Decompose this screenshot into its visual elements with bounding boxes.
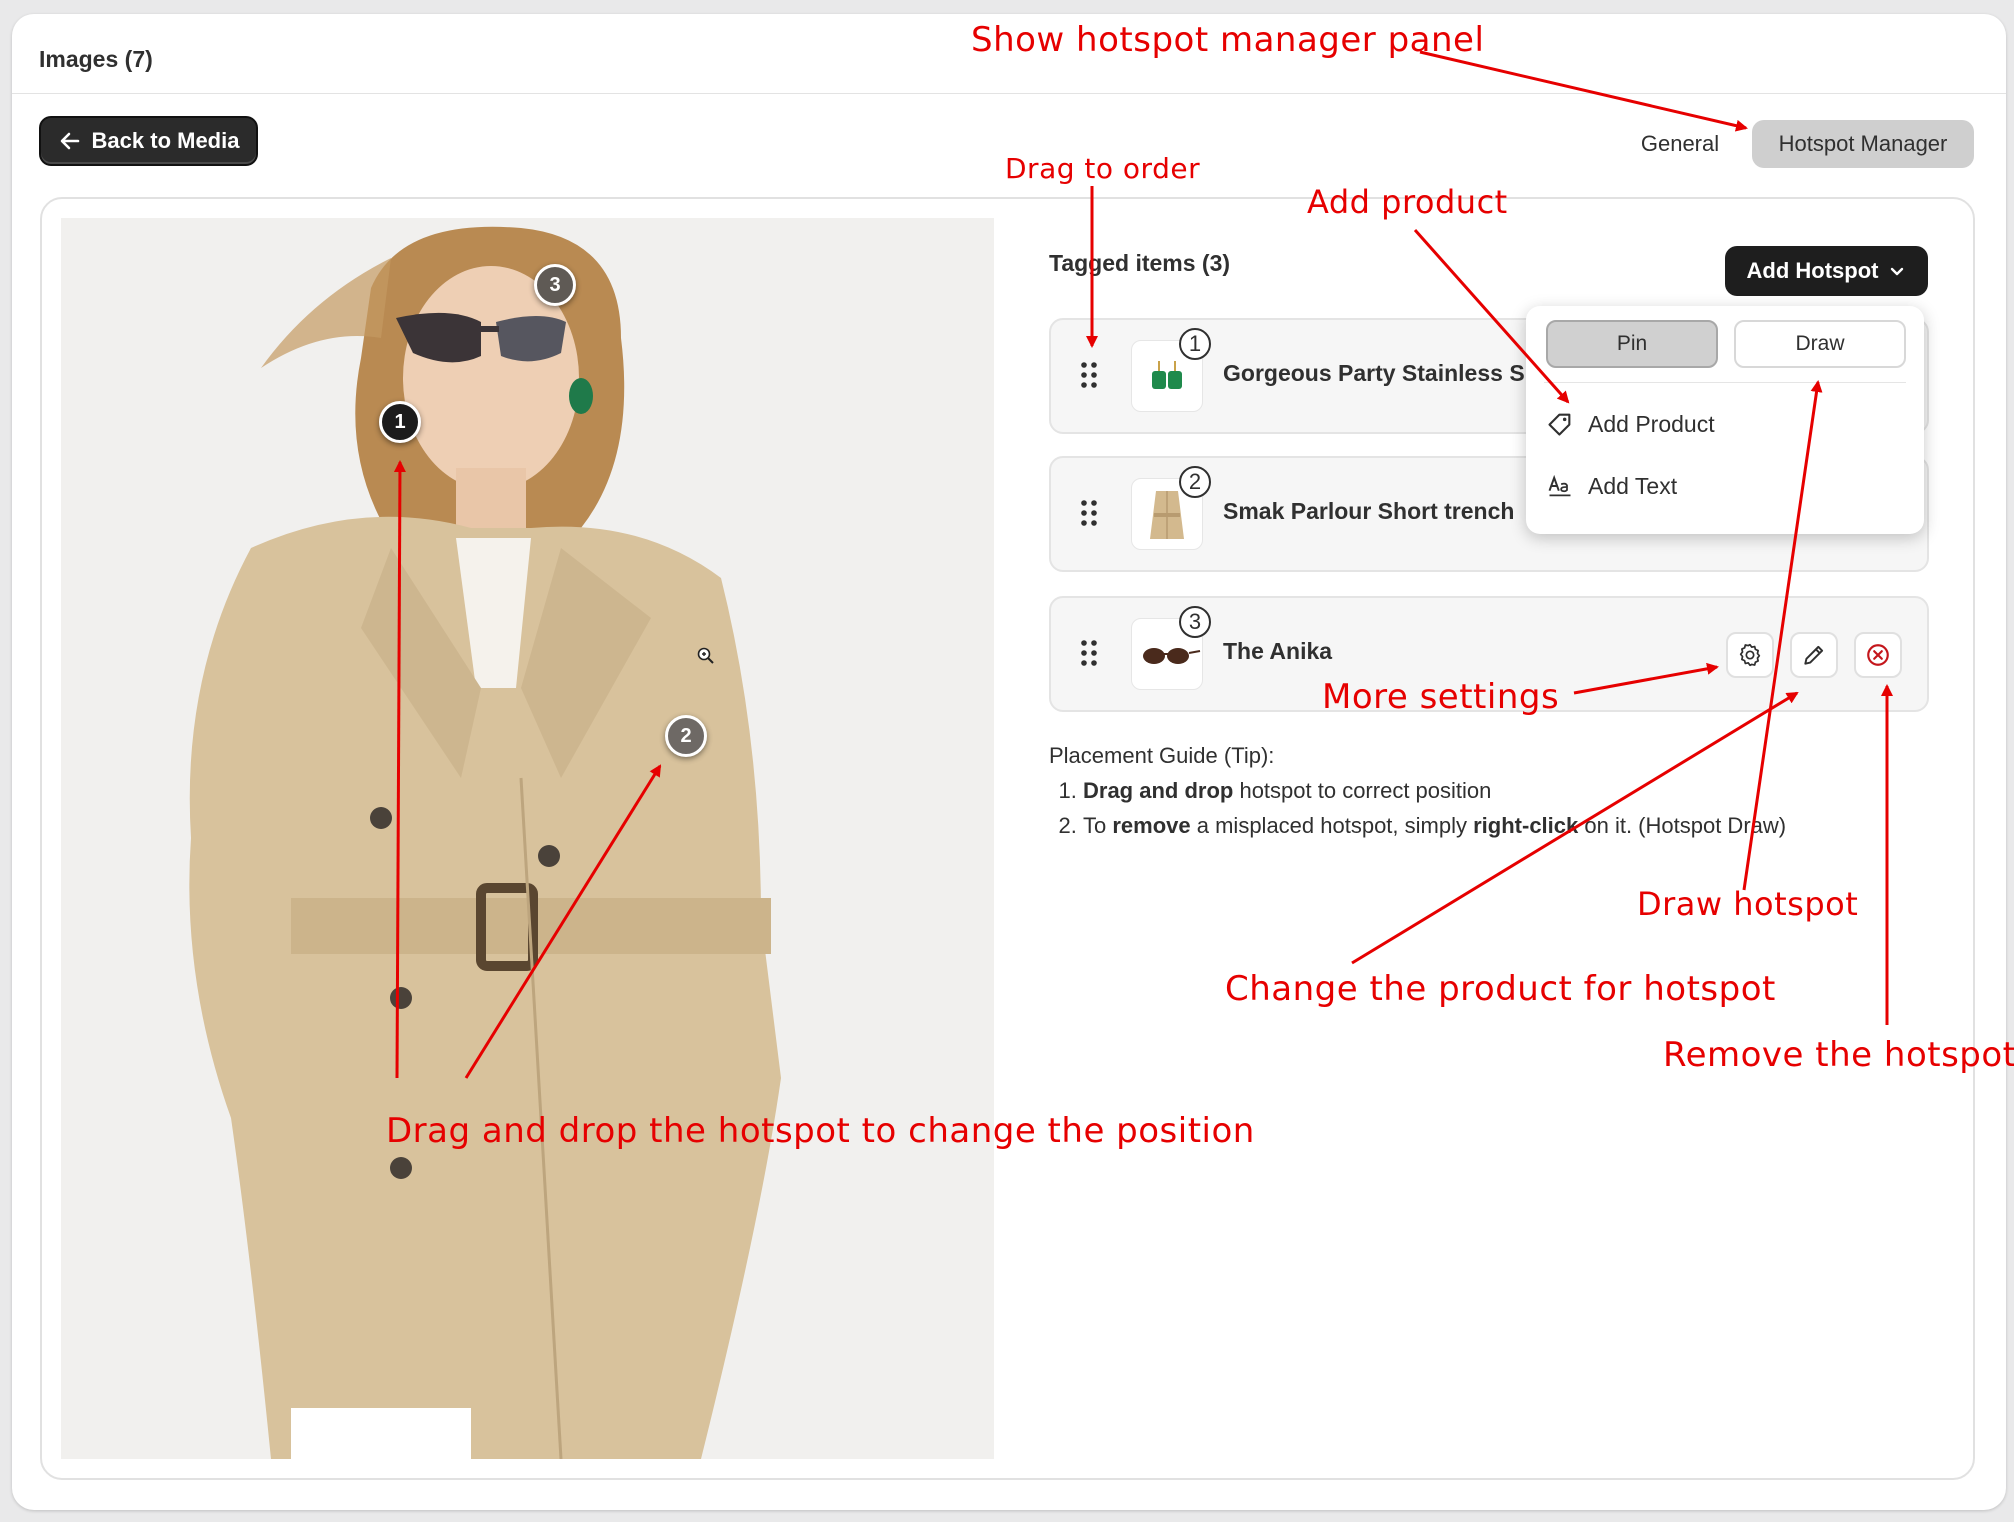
page-title: Images (7) — [39, 46, 153, 72]
guide-step-1-text: hotspot to correct position — [1233, 778, 1492, 803]
annotation-show-panel: Show hotspot manager panel — [971, 20, 1485, 60]
hotspot-marker-3[interactable]: 3 — [534, 264, 576, 306]
guide-title: Placement Guide (Tip): — [1049, 743, 1275, 768]
add-hotspot-button[interactable]: Add Hotspot — [1725, 246, 1928, 296]
add-hotspot-label: Add Hotspot — [1746, 258, 1879, 283]
pencil-icon — [1804, 645, 1824, 665]
guide-step-2-post: on it. (Hotspot Draw) — [1578, 813, 1787, 838]
item-number-badge: 3 — [1179, 606, 1211, 638]
drag-handle-icon[interactable] — [1081, 362, 1097, 388]
menu-item-label: Add Text — [1588, 472, 1678, 499]
product-image[interactable]: 3 1 2 — [61, 218, 994, 1459]
more-settings-button[interactable] — [1726, 632, 1774, 678]
tab-hotspot-manager[interactable]: Hotspot Manager — [1752, 120, 1974, 168]
annotation-change-product: Change the product for hotspot — [1225, 969, 1776, 1009]
menu-item-add-product[interactable]: Add Product — [1546, 404, 1715, 444]
chevron-down-icon — [1891, 267, 1904, 276]
annotation-remove-hotspot: Remove the hotspot — [1663, 1035, 2014, 1075]
text-format-icon — [1548, 474, 1571, 497]
guide-step-2-bold-remove: remove — [1112, 813, 1191, 838]
change-product-button[interactable] — [1790, 632, 1838, 678]
add-hotspot-dropdown: Pin Draw Add Product Add Text — [1526, 306, 1924, 534]
mode-draw-button[interactable]: Draw — [1734, 320, 1906, 368]
item-name: Smak Parlour Short trench — [1223, 498, 1515, 524]
guide-step-2: To remove a misplaced hotspot, simply ri… — [1083, 808, 1786, 843]
dropdown-divider — [1544, 382, 1906, 383]
drag-handle-icon[interactable] — [1081, 500, 1097, 526]
remove-circle-icon — [1867, 644, 1889, 666]
guide-step-1: Drag and drop hotspot to correct positio… — [1083, 773, 1786, 808]
guide-step-2-bold-right-click: right-click — [1473, 813, 1579, 838]
menu-item-label: Add Product — [1588, 410, 1715, 437]
tab-general[interactable]: General — [1620, 124, 1740, 164]
menu-item-add-text[interactable]: Add Text — [1546, 466, 1677, 506]
remove-hotspot-button[interactable] — [1854, 632, 1902, 678]
back-to-media-button[interactable]: Back to Media — [39, 116, 258, 166]
zoom-in-icon — [697, 647, 714, 664]
item-name: Gorgeous Party Stainless S — [1223, 360, 1525, 386]
mode-pin-button[interactable]: Pin — [1546, 320, 1718, 368]
placement-guide: Placement Guide (Tip): Drag and drop hot… — [1049, 738, 1786, 843]
guide-step-2-pre: To — [1083, 813, 1113, 838]
drag-handle-icon[interactable] — [1081, 640, 1097, 666]
model-illustration — [61, 218, 994, 1459]
tagged-items-title: Tagged items (3) — [1049, 250, 1231, 276]
annotation-more-settings: More settings — [1322, 677, 1560, 717]
hotspot-marker-2[interactable]: 2 — [665, 715, 707, 757]
back-button-label: Back to Media — [91, 128, 240, 153]
guide-step-1-bold: Drag and drop — [1083, 778, 1234, 803]
annotation-drag-drop: Drag and drop the hotspot to change the … — [386, 1111, 1255, 1151]
annotation-draw-hotspot: Draw hotspot — [1637, 885, 1859, 923]
item-number-badge: 1 — [1179, 328, 1211, 360]
guide-step-2-mid: a misplaced hotspot, simply — [1190, 813, 1474, 838]
item-number-badge: 2 — [1179, 466, 1211, 498]
annotation-drag-order: Drag to order — [1005, 152, 1201, 185]
hotspot-marker-1[interactable]: 1 — [379, 401, 421, 443]
item-name: The Anika — [1223, 638, 1333, 664]
header-divider — [12, 93, 2006, 94]
gear-icon — [1739, 643, 1761, 667]
annotation-add-product: Add product — [1307, 183, 1508, 221]
arrow-left-icon — [60, 132, 79, 150]
tag-icon — [1548, 413, 1571, 436]
